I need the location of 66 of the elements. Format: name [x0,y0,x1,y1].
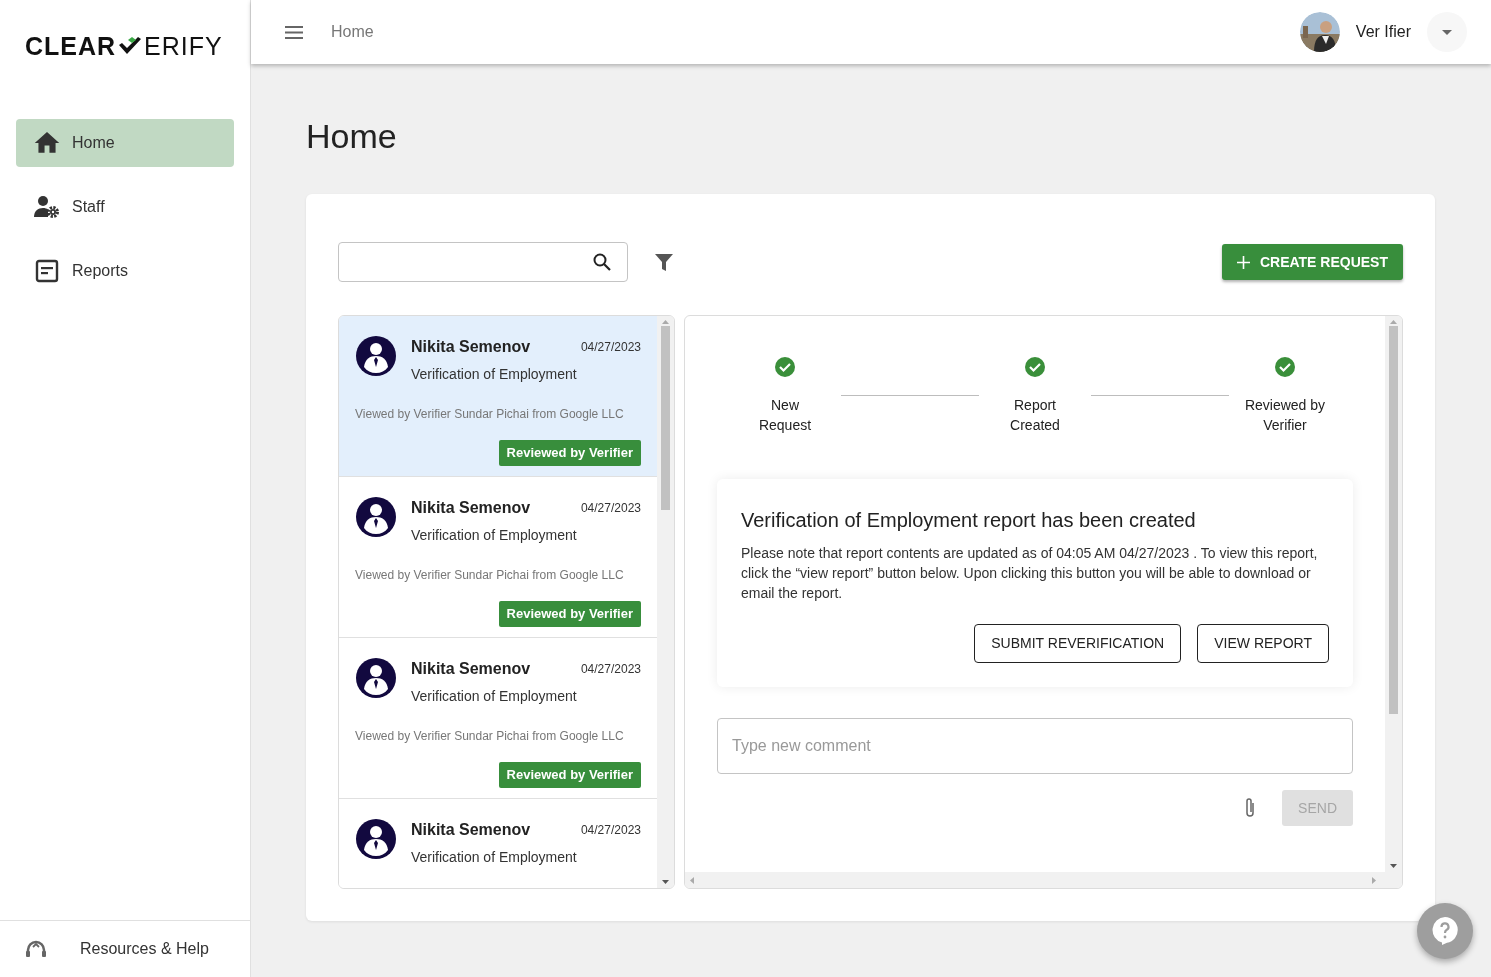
document-icon [35,259,59,283]
requester-name: Nikita Semenov [411,659,531,679]
person-avatar-icon [355,657,397,699]
outlined-button[interactable]: VIEW REPORT [1197,624,1329,663]
report-text: Please note that report contents are updated as of 04:05 AM 04/27/2023 . To view this report, click the “view report” button below. Upon clicking this button you will be able to download or email the report. [741,544,1319,603]
scroll-left-icon[interactable] [690,876,694,884]
search-field[interactable] [338,242,628,282]
request-date: 04/27/2023 [580,339,641,356]
request-type: Verification of Employment [411,848,578,867]
step-label: Report Created [1009,396,1061,435]
status-badge: Reviewed by Verifier [498,601,641,627]
request-date: 04/27/2023 [580,500,641,517]
caret-icon [1442,29,1452,35]
outlined-button[interactable]: SUBMIT REVERIFICATION [974,624,1182,663]
create-request-button[interactable]: CREATE REQUEST [1221,244,1403,280]
person-avatar-icon [355,496,397,538]
request-note: Viewed by Verifier Sundar Pichai from Google LLC [355,406,625,423]
paperclip-icon[interactable] [1244,797,1257,819]
staff-icon [34,195,60,219]
help-button[interactable] [1417,903,1473,959]
scrollbar[interactable] [1385,316,1402,872]
comment-field[interactable]: Type new comment [717,718,1353,774]
user-menu-button[interactable] [1427,12,1467,52]
scroll-down-icon[interactable] [1390,864,1397,868]
headset-icon [25,939,47,959]
requester-name: Nikita Semenov [411,498,531,518]
request-date: 04/27/2023 [580,822,641,839]
request-note: Viewed by Verifier Sundar Pichai from Google LLC [355,728,625,745]
home-icon [34,132,60,154]
sidebar-item[interactable]: Home [16,119,234,167]
scroll-thumb[interactable] [661,326,670,510]
menu-icon[interactable] [285,25,303,39]
request-card[interactable]: Nikita Semenov 04/27/2023 Verification of Employment Viewed by Verifier Sundar Pichai from Google LLC Reviewed by Verifier [339,316,657,477]
person-avatar-icon [355,335,397,377]
status-badge: Reviewed by Verifier [498,762,641,788]
scrollbar[interactable] [657,316,674,888]
sidebar-item[interactable]: Staff [16,183,234,231]
search-icon [593,253,611,271]
help-link[interactable]: Resources & Help [80,937,209,961]
step-label: New Request [757,396,813,435]
request-note: Viewed by Verifier Sundar Pichai from Google LLC [355,567,625,584]
breadcrumb: Home [331,22,374,42]
user-name: Ver Ifier [1355,22,1411,42]
requester-name: Nikita Semenov [411,820,531,840]
request-type: Verification of Employment [411,365,578,384]
sidebar-item[interactable]: Reports [16,247,234,295]
scroll-right-icon[interactable] [1372,876,1376,884]
requester-name: Nikita Semenov [411,337,531,357]
request-date: 04/27/2023 [580,661,641,678]
step-label: Reviewed by Verifier [1244,396,1326,435]
scroll-thumb[interactable] [1389,326,1398,714]
logo-text: ERIFY [144,31,223,63]
person-avatar-icon [355,818,397,860]
page-title: Home [306,116,398,157]
filter-icon[interactable] [655,253,673,271]
scroll-up-icon[interactable] [1390,320,1397,324]
scroll-down-icon[interactable] [662,880,669,884]
help-bubble-icon [1432,917,1458,945]
request-type: Verification of Employment [411,687,578,706]
status-badge: Reviewed by Verifier [498,440,641,466]
request-type: Verification of Employment [411,526,578,545]
scroll-up-icon[interactable] [662,320,669,324]
plus-icon [1236,255,1250,269]
report-title: Verification of Employment report has been created [741,508,1197,533]
logo-text: CLEAR [25,31,117,63]
horizontal-scrollbar[interactable] [685,872,1402,888]
